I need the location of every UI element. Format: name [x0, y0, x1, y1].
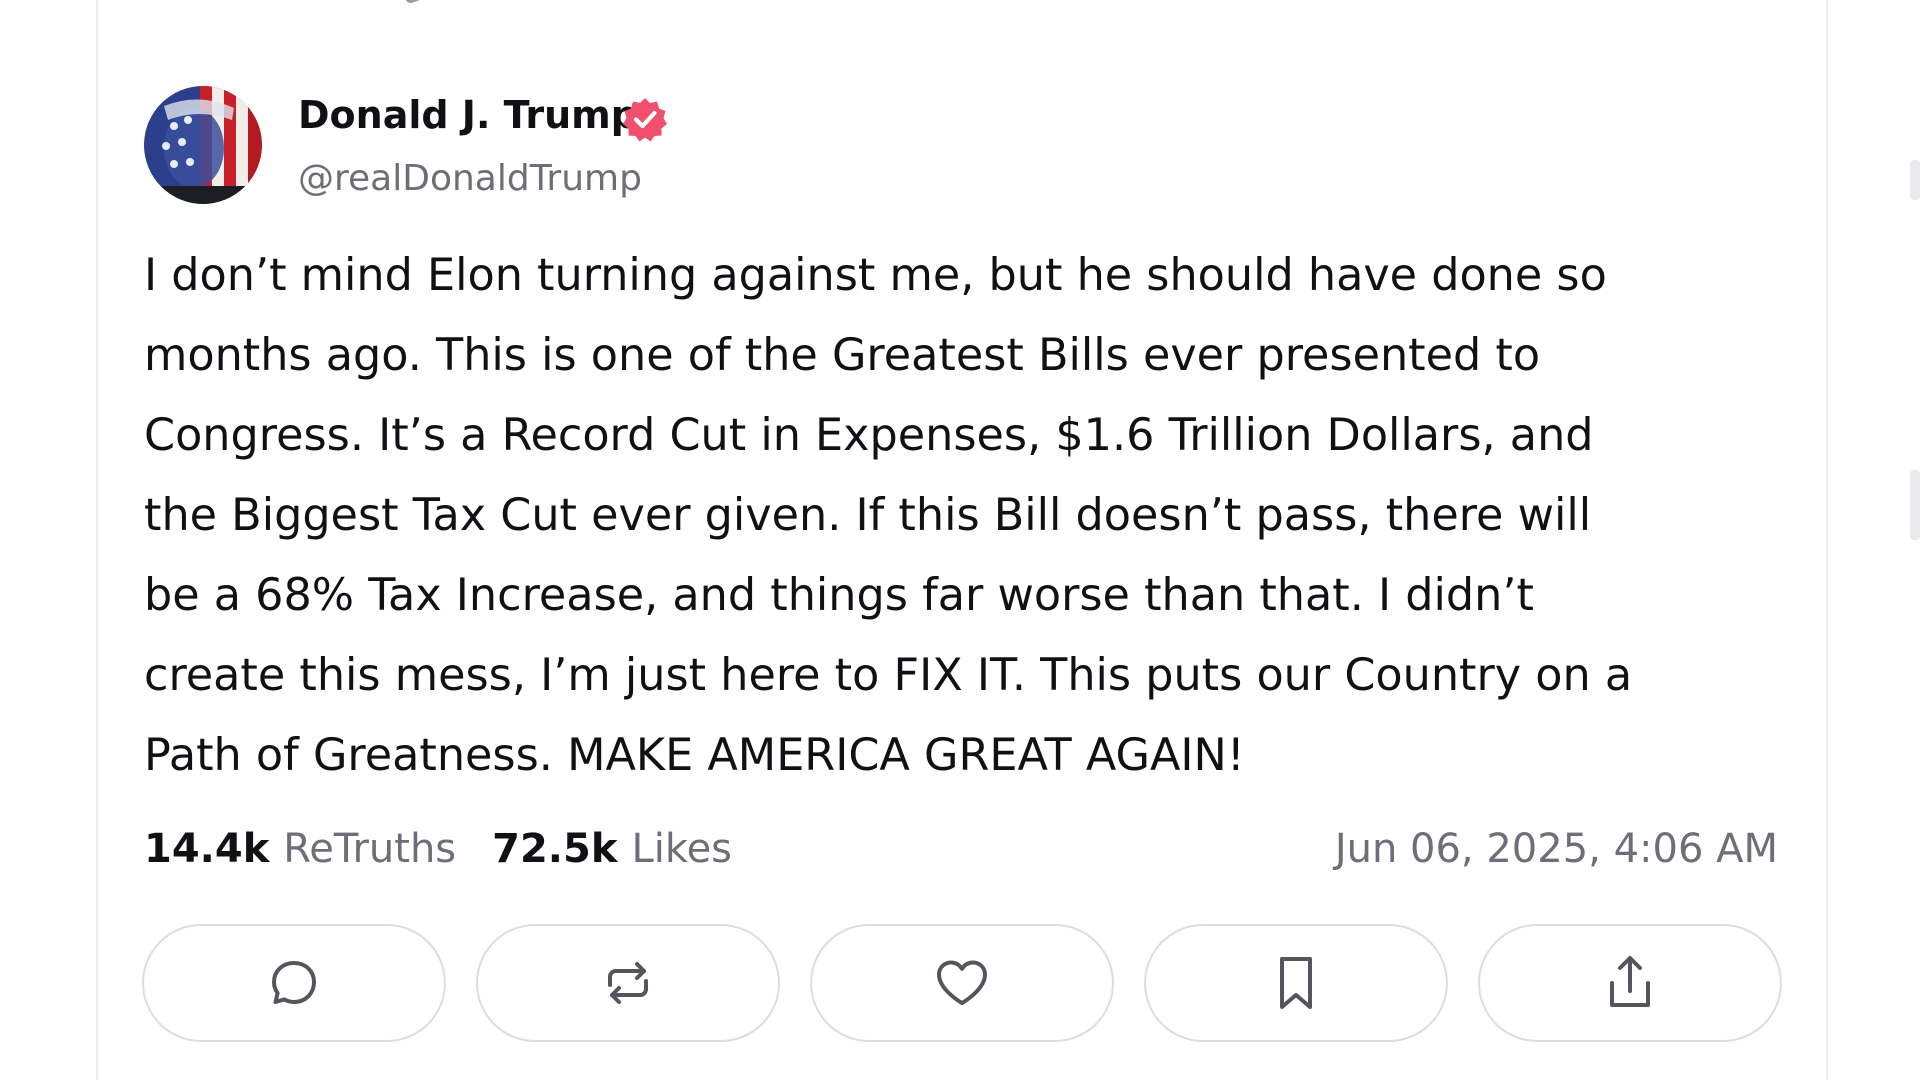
author-handle[interactable]: @realDonaldTrump [298, 156, 642, 202]
card-border-left [96, 0, 98, 1080]
bookmark-icon [1280, 957, 1312, 1009]
bookmark-button[interactable] [1144, 924, 1448, 1042]
share-button[interactable] [1478, 924, 1782, 1042]
like-button[interactable] [810, 924, 1114, 1042]
retruth-button[interactable] [476, 924, 780, 1042]
share-icon [1610, 956, 1650, 1007]
post-body-text: I don’t mind Elon turning against me, bu… [144, 250, 1633, 781]
action-bar [142, 924, 1786, 1046]
heart-icon [937, 960, 987, 1005]
likes-count[interactable]: 72.5k [492, 824, 617, 874]
author-display-name[interactable]: Donald J. Trump [298, 92, 638, 138]
adjacent-ui-fragment [1910, 470, 1920, 540]
post-timestamp[interactable]: Jun 06, 2025, 4:06 AM [1335, 824, 1778, 874]
avatar-image [144, 86, 262, 204]
comment-icon [272, 961, 316, 1004]
card-border-right [1826, 0, 1828, 1080]
repost-icon [608, 962, 648, 1004]
retruths-count[interactable]: 14.4k [144, 824, 269, 874]
post-page: Donald J. Trump @realDonaldTrump I don’t… [0, 0, 1920, 1080]
cut-off-glyph [401, 0, 420, 5]
retruths-label[interactable]: ReTruths [283, 824, 456, 874]
likes-label[interactable]: Likes [631, 824, 732, 874]
post-stats: 14.4k ReTruths 72.5k Likes [144, 824, 732, 874]
adjacent-ui-fragment [1910, 160, 1920, 200]
avatar[interactable] [144, 86, 262, 204]
reply-button[interactable] [142, 924, 446, 1042]
verified-badge-icon [622, 96, 668, 142]
